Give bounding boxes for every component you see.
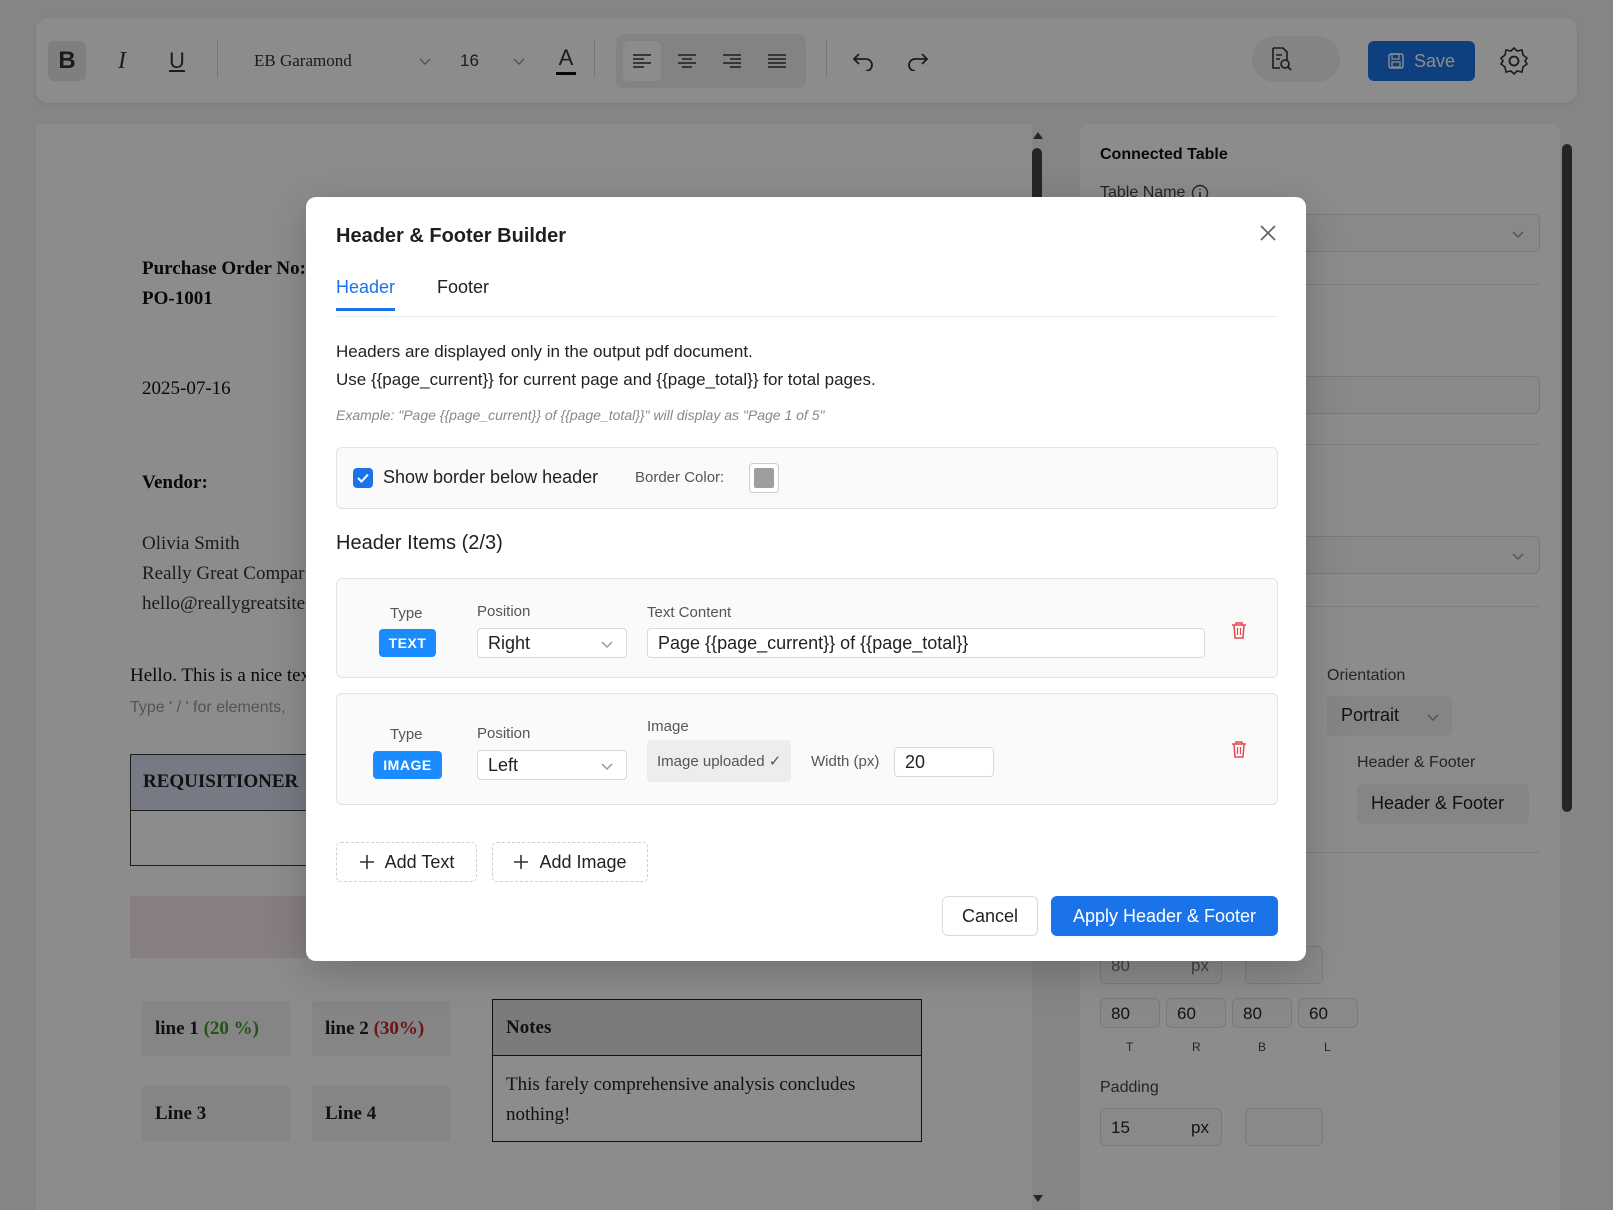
modal-description-2: Use {{page_current}} for current page an… <box>336 370 876 389</box>
add-text-label: Add Text <box>384 851 455 872</box>
item-position-label: Position <box>477 603 531 620</box>
item-position-value: Left <box>488 754 519 775</box>
show-border-checkbox[interactable] <box>353 468 373 488</box>
tab-header[interactable]: Header <box>336 277 396 311</box>
show-border-label: Show border below header <box>383 467 599 487</box>
add-image-button[interactable]: Add Image <box>492 842 648 882</box>
item-type-badge: IMAGE <box>373 751 442 779</box>
modal-description-1: Headers are displayed only in the output… <box>336 342 753 361</box>
text-content-input[interactable]: Page {{page_current}} of {{page_total}} <box>647 628 1205 658</box>
text-content-label: Text Content <box>647 604 732 621</box>
item-position-select[interactable]: Left <box>477 750 627 780</box>
close-icon[interactable] <box>1256 221 1280 245</box>
header-footer-modal: Header & Footer Builder Header Footer He… <box>306 197 1306 961</box>
header-item-text: Type TEXT Position Right Text Content Pa… <box>336 578 1278 678</box>
image-width-input[interactable]: 20 <box>894 747 994 777</box>
item-position-select[interactable]: Right <box>477 628 627 658</box>
text-content-value: Page {{page_current}} of {{page_total}} <box>658 632 969 653</box>
apply-button[interactable]: Apply Header & Footer <box>1051 896 1278 936</box>
image-upload-status: Image uploaded ✓ <box>657 753 782 770</box>
trash-icon[interactable] <box>1230 620 1248 640</box>
item-position-value: Right <box>488 632 531 653</box>
item-type-badge: TEXT <box>379 629 436 657</box>
width-label: Width (px) <box>811 753 880 770</box>
tab-footer[interactable]: Footer <box>437 277 489 308</box>
check-icon <box>357 473 369 483</box>
modal-title: Header & Footer Builder <box>336 225 567 247</box>
border-color-swatch <box>754 468 774 488</box>
image-upload-button[interactable]: Image uploaded ✓ <box>647 740 792 782</box>
modal-example: Example: "Page {{page_current}} of {{pag… <box>336 407 825 423</box>
plus-icon <box>514 855 529 869</box>
header-items-title: Header Items (2/3) <box>336 532 503 554</box>
border-color-picker[interactable] <box>749 463 779 493</box>
cancel-button[interactable]: Cancel <box>942 896 1038 936</box>
item-type-label: Type <box>390 605 423 622</box>
image-width-value: 20 <box>905 751 926 772</box>
image-label: Image <box>647 718 689 735</box>
chevron-down-icon <box>601 641 613 649</box>
add-image-label: Add Image <box>539 851 627 872</box>
item-type-label: Type <box>390 726 423 743</box>
item-position-label: Position <box>477 725 531 742</box>
add-text-button[interactable]: Add Text <box>336 842 477 882</box>
chevron-down-icon <box>601 763 613 771</box>
modal-tabs: Header Footer <box>336 277 1276 317</box>
border-settings: Show border below header Border Color: <box>336 447 1278 509</box>
header-item-image: Type IMAGE Position Left Image Image upl… <box>336 693 1278 805</box>
plus-icon <box>359 855 374 869</box>
border-color-label: Border Color: <box>635 469 725 486</box>
trash-icon[interactable] <box>1230 739 1248 759</box>
